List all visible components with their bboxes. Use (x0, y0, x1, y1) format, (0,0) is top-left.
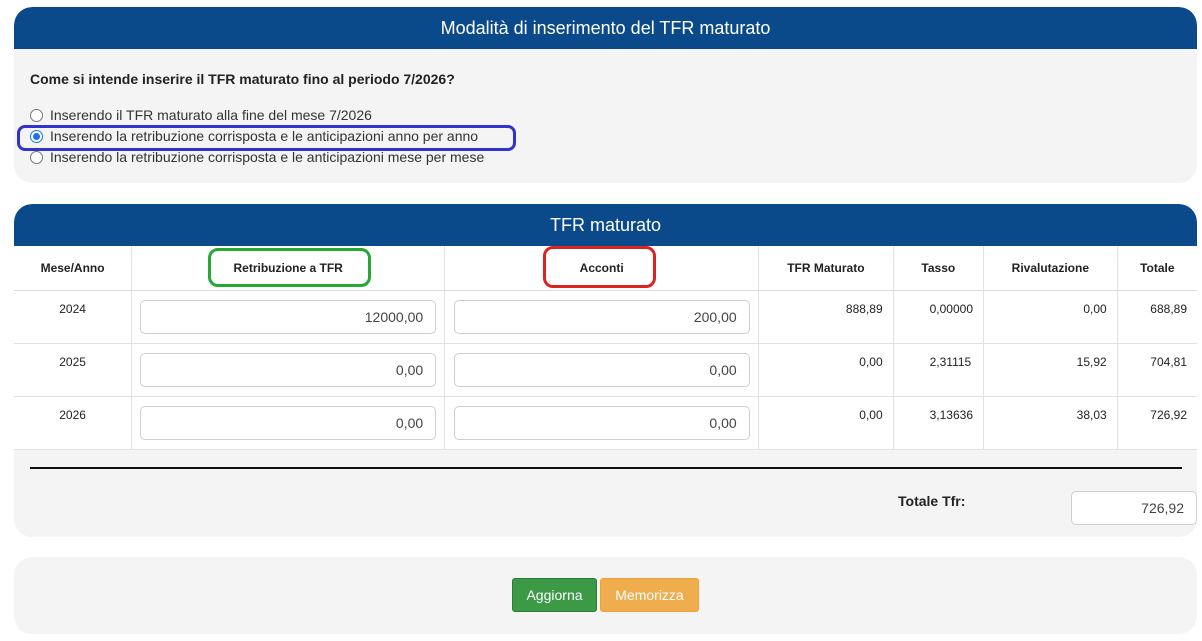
col-header-rivalutazione: Rivalutazione (983, 246, 1118, 291)
tfr-panel: TFR maturato Mese/Anno Retribuzione a TF… (14, 204, 1197, 537)
cell-tasso: 2,31115 (893, 343, 985, 397)
cell-totale: 704,81 (1117, 343, 1197, 397)
radio-option-mese-per-mese[interactable]: Inserendo la retribuzione corrisposta e … (30, 148, 484, 166)
col-header-acconti: Acconti (444, 246, 760, 291)
cell-tfr-maturato: 888,89 (758, 290, 894, 344)
radio-button[interactable] (30, 108, 43, 122)
col-header-tasso: Tasso (893, 246, 985, 291)
total-tfr-label: Totale Tfr: (898, 493, 966, 509)
retribuzione-input[interactable]: 0,00 (140, 405, 437, 440)
mode-question: Come si intende inserire il TFR maturato… (30, 71, 455, 87)
mode-panel-title: Modalità di inserimento del TFR maturato (14, 7, 1197, 49)
cell-year: 2026 (14, 396, 133, 450)
col-header-totale: Totale (1117, 246, 1197, 291)
cell-rivalutazione: 0,00 (983, 290, 1118, 344)
retribuzione-input[interactable]: 0,00 (140, 352, 437, 387)
radio-option-label: Inserendo il TFR maturato alla fine del … (50, 107, 372, 123)
cell-rivalutazione: 15,92 (983, 343, 1118, 397)
table-row: 2026 0,00 0,00 0,00 3,13636 38,03 726,92 (14, 396, 1197, 450)
table-header-row: Mese/Anno Retribuzione a TFR Acconti TFR… (14, 246, 1197, 291)
radio-button[interactable] (30, 150, 43, 164)
cell-tasso: 3,13636 (893, 396, 985, 450)
radio-option-label: Inserendo la retribuzione corrisposta e … (50, 128, 479, 144)
cell-tasso: 0,00000 (893, 290, 985, 344)
cell-totale: 726,92 (1117, 396, 1197, 450)
radio-option-anno-per-anno[interactable]: Inserendo la retribuzione corrisposta e … (30, 127, 478, 145)
cell-rivalutazione: 38,03 (983, 396, 1118, 450)
col-header-tfr-maturato: TFR Maturato (758, 246, 894, 291)
mode-panel: Modalità di inserimento del TFR maturato… (14, 7, 1197, 183)
actions-panel: Aggiorna Memorizza (14, 557, 1197, 634)
acconti-input[interactable]: 0,00 (453, 352, 750, 387)
table-row: 2025 0,00 0,00 0,00 2,31115 15,92 704,81 (14, 343, 1197, 397)
radio-option-fine-mese[interactable]: Inserendo il TFR maturato alla fine del … (30, 106, 372, 124)
total-tfr-field[interactable]: 726,92 (1071, 491, 1197, 525)
tfr-table: Mese/Anno Retribuzione a TFR Acconti TFR… (14, 246, 1197, 450)
cell-year: 2024 (14, 290, 133, 344)
cell-tfr-maturato: 0,00 (758, 396, 894, 450)
acconti-input[interactable]: 200,00 (453, 299, 750, 334)
col-header-retribuzione: Retribuzione a TFR (131, 246, 446, 291)
cell-year: 2025 (14, 343, 133, 397)
save-button[interactable]: Memorizza (600, 578, 699, 612)
cell-totale: 688,89 (1117, 290, 1197, 344)
cell-tfr-maturato: 0,00 (758, 343, 894, 397)
tfr-panel-title: TFR maturato (14, 204, 1197, 246)
retribuzione-input[interactable]: 12000,00 (140, 299, 437, 334)
radio-button-selected[interactable] (30, 129, 43, 143)
col-header-mese-anno: Mese/Anno (14, 246, 133, 291)
radio-option-label: Inserendo la retribuzione corrisposta e … (50, 149, 485, 165)
table-row: 2024 12000,00 200,00 888,89 0,00000 0,00… (14, 290, 1197, 344)
update-button[interactable]: Aggiorna (512, 578, 597, 612)
acconti-input[interactable]: 0,00 (453, 405, 750, 440)
divider (30, 467, 1182, 469)
